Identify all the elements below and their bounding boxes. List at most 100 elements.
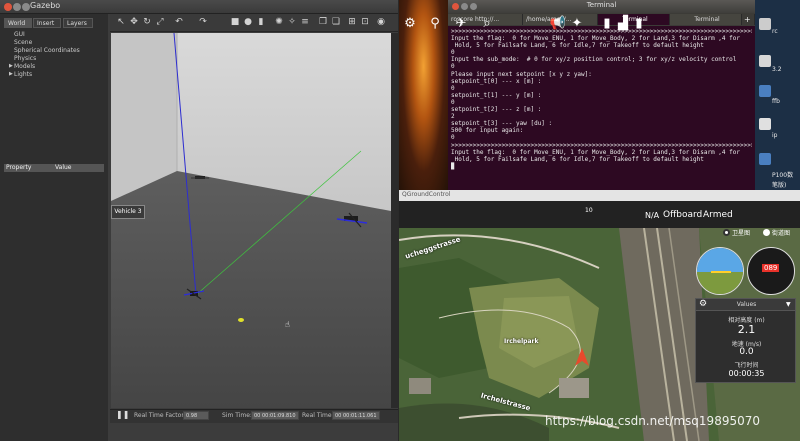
flight-mode[interactable]: Offboard (663, 210, 702, 220)
translate-icon[interactable]: ✥ (129, 17, 139, 28)
arm-state[interactable]: Armed (703, 210, 733, 220)
box-shape-icon[interactable]: ■ (230, 17, 240, 28)
terminal-line: setpoint_t[2] --- z [m] : (451, 106, 542, 114)
street-map-radio[interactable] (763, 229, 770, 236)
gazebo-left-panel (0, 14, 108, 441)
terminal-line: >>>>>>>>>>>>>>>>>>>>>>>>>>>>>>>>>>>>>>>>… (451, 141, 752, 149)
terminal-line: setpoint_t[0] --- x [m] : (451, 77, 542, 85)
cylinder-shape-icon[interactable]: ▮ (256, 17, 266, 28)
terminal-line: Input the flag: 0 for Move_ENU, 1 for Mo… (451, 148, 740, 156)
terminal-titlebar: Terminal (448, 0, 755, 13)
tab-layers[interactable]: Layers (63, 18, 93, 28)
expand-arrow-icon[interactable]: ▶ (9, 63, 13, 69)
message-megaphone-icon[interactable]: 📢 (549, 16, 567, 32)
desktop-file-icon[interactable] (759, 55, 771, 67)
tab-insert[interactable]: Insert (33, 18, 61, 28)
value-column-header: Value (55, 164, 72, 171)
values-collapse-icon[interactable]: ▼ (786, 301, 791, 308)
snap-icon[interactable]: ⊡ (360, 17, 370, 28)
sphere-shape-icon[interactable]: ● (243, 17, 253, 28)
spot-light-icon[interactable]: ✧ (287, 17, 297, 28)
ground-speed-value: 0.0 (739, 347, 754, 357)
gazebo-title: Gazebo (30, 1, 61, 10)
desktop-file-icon[interactable] (759, 85, 771, 97)
desktop-label: P100数 (772, 172, 794, 179)
pause-icon[interactable]: ❚❚ (116, 410, 129, 419)
qgc-titlebar: QGroundControl (399, 190, 800, 201)
qgc-title: QGroundControl (402, 191, 451, 198)
terminal-line: 0 (451, 49, 455, 57)
gps-satellite-icon[interactable]: ✦ (568, 16, 586, 32)
property-column-header: Property (6, 164, 32, 171)
terminal-line: 0 (451, 134, 455, 142)
target-marker (238, 318, 244, 322)
scene-render: ☝ (111, 33, 391, 408)
rotate-icon[interactable]: ↻ (142, 17, 152, 28)
terminal-line: 2 (451, 113, 455, 121)
gazebo-titlebar: Gazebo (0, 0, 398, 14)
desktop-file-icon[interactable] (759, 153, 771, 165)
satellite-map-label: 卫星图 (732, 230, 751, 237)
desktop-file-icon[interactable] (759, 118, 771, 130)
tree-item-spherical-coordinates[interactable]: Spherical Coordinates (14, 47, 80, 54)
vehicle-selector[interactable]: Vehicle 3 (111, 205, 145, 219)
terminal-line: 0 (451, 98, 455, 106)
maximize-button[interactable] (22, 3, 30, 11)
copy-icon[interactable]: ❐ (318, 17, 328, 28)
directional-light-icon[interactable]: ≡ (300, 17, 310, 28)
flight-time-label: 飞行时间 (734, 362, 759, 369)
tree-item-lights[interactable]: Lights (14, 71, 32, 78)
terminal-tab-4[interactable]: Terminal (670, 14, 742, 25)
gazebo-scrollbar[interactable] (391, 33, 398, 408)
scale-icon[interactable]: ⤢ (155, 17, 165, 28)
desktop-label: rc (772, 28, 778, 35)
screenshot-icon[interactable]: ◉ (376, 17, 386, 28)
sim-time-value: 00 00:01:09.810 (251, 411, 299, 420)
desktop-label: ffb (772, 98, 780, 105)
new-tab-icon[interactable]: + (742, 14, 755, 25)
satellite-map-radio[interactable] (723, 229, 730, 236)
terminal-line: setpoint_t[1] --- y [m] : (451, 91, 542, 99)
terminal-line: ▉ (451, 162, 455, 170)
satellite-count: 10 (585, 207, 593, 214)
expand-arrow-icon[interactable]: ▶ (9, 71, 13, 77)
settings-gear-icon[interactable]: ⚙ (401, 16, 419, 32)
terminal-title: Terminal (586, 1, 617, 9)
rtf-value: 0.98 (183, 411, 209, 420)
terminal-line: Input the flag: 0 for Move_ENU, 1 for Mo… (451, 35, 740, 43)
select-arrow-icon[interactable]: ↖ (116, 17, 126, 28)
desktop-label: 3.2 (772, 66, 782, 73)
attitude-indicator (696, 247, 744, 295)
rssi-value: N/A (645, 211, 660, 220)
terminal-output[interactable]: >>>>>>>>>>>>>>>>>>>>>>>>>>>>>>>>>>>>>>>>… (451, 28, 752, 188)
svg-text:☝: ☝ (285, 320, 290, 329)
flight-time-value: 00:00:35 (728, 369, 765, 378)
real-time-label: Real Time: (302, 412, 334, 419)
values-panel: ⚙ Values ▼ 相对高度 (m) 2.1 地速 (m/s) 0.0 飞行时… (695, 298, 796, 383)
undo-icon[interactable]: ↶ (174, 17, 184, 28)
desktop-label: 笔版) (772, 182, 787, 189)
tree-item-gui[interactable]: GUI (14, 31, 25, 38)
gazebo-3d-viewport[interactable]: ☝ (111, 33, 391, 408)
terminal-line: 500 for input again: (451, 127, 524, 135)
rtf-label: Real Time Factor: (134, 412, 186, 419)
paste-icon[interactable]: ❏ (331, 17, 341, 28)
tree-item-models[interactable]: Models (14, 63, 35, 70)
fly-paper-plane-icon[interactable]: ✈ (452, 16, 470, 32)
minimize-button[interactable] (13, 3, 21, 11)
terminal-line: Please input next setpoint [x y z yaw]: (451, 70, 592, 78)
redo-icon[interactable]: ↷ (198, 17, 208, 28)
point-light-icon[interactable]: ✺ (274, 17, 284, 28)
desktop-file-icon[interactable] (759, 18, 771, 30)
tree-item-physics[interactable]: Physics (14, 55, 36, 62)
tree-item-scene[interactable]: Scene (14, 39, 32, 46)
terminal-line: setpoint_t[3] --- yaw [du] : (451, 120, 553, 128)
align-icon[interactable]: ⊞ (347, 17, 357, 28)
battery-icon[interactable]: ▮ (630, 16, 648, 32)
terminal-line: 0 (451, 84, 455, 92)
analyze-icon[interactable]: ⌕ (478, 16, 496, 32)
qgc-toolbar (399, 201, 800, 228)
plan-waypoint-icon[interactable]: ⚲ (426, 16, 444, 32)
tab-world[interactable]: World (4, 18, 32, 28)
close-button[interactable] (4, 3, 12, 11)
